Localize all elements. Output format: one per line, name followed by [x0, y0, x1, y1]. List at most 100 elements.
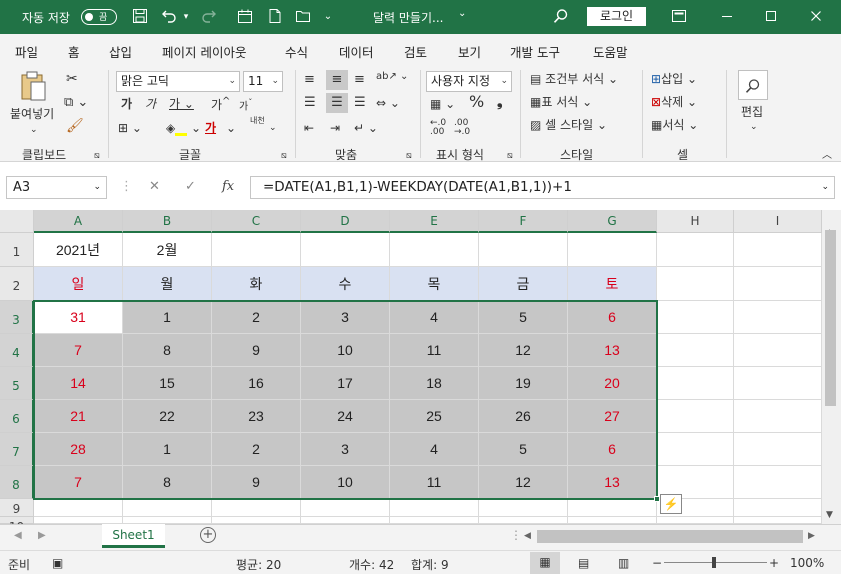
percent-icon[interactable]: % — [469, 94, 484, 110]
font-color-icon[interactable]: 가 — [205, 120, 216, 136]
column-header-e[interactable]: E — [390, 210, 479, 233]
cell-styles-button[interactable]: ▨ 셀 스타일 ⌄ — [530, 117, 607, 133]
zoom-slider-thumb[interactable] — [712, 557, 716, 568]
empty-cell[interactable] — [734, 301, 822, 334]
maximize-icon[interactable] — [762, 8, 780, 29]
empty-cell[interactable] — [657, 400, 734, 433]
decrease-decimal-icon[interactable]: .00 →.0 — [454, 119, 470, 137]
format-as-table-button[interactable]: ▦표 서식 ⌄ — [530, 94, 592, 110]
empty-cell[interactable] — [657, 301, 734, 334]
row-header-7[interactable]: 7 — [0, 433, 34, 466]
weekday-header-cell[interactable]: 토 — [568, 267, 657, 301]
empty-cell[interactable] — [123, 499, 212, 517]
empty-cell[interactable] — [301, 233, 390, 267]
paste-dropdown-icon[interactable]: ⌄ — [30, 122, 38, 138]
row-header-5[interactable]: 5 — [0, 367, 34, 400]
empty-cell[interactable] — [734, 499, 822, 517]
empty-cell[interactable] — [479, 233, 568, 267]
zoom-out-icon[interactable]: − — [652, 556, 662, 570]
empty-cell[interactable] — [734, 466, 822, 499]
editing-dropdown-icon[interactable]: ⌄ — [750, 119, 758, 135]
italic-button[interactable]: 가 — [145, 96, 156, 112]
zoom-level[interactable]: 100% — [790, 556, 824, 570]
format-painter-icon[interactable]: 🖌 — [66, 118, 84, 134]
tab-view[interactable]: 보기 — [458, 42, 481, 61]
weekday-header-cell[interactable]: 월 — [123, 267, 212, 301]
editing-search-icon[interactable] — [738, 70, 768, 100]
scroll-right-icon[interactable]: ▶ — [808, 531, 815, 541]
tab-insert[interactable]: 삽입 — [109, 42, 132, 61]
orientation-icon[interactable]: ab↗ ⌄ — [376, 69, 408, 85]
number-format-combo[interactable]: 사용자 지정 ⌄ — [426, 71, 512, 92]
tab-formulas[interactable]: 수식 — [285, 42, 308, 61]
column-header-i[interactable]: I — [734, 210, 822, 233]
empty-cell[interactable] — [734, 267, 822, 301]
tab-help[interactable]: 도움말 — [593, 42, 628, 61]
empty-cell[interactable] — [734, 400, 822, 433]
save-icon[interactable] — [131, 8, 149, 29]
increase-decimal-icon[interactable]: ←.0.00 — [430, 119, 446, 137]
empty-cell[interactable] — [657, 334, 734, 367]
autosave-toggle[interactable]: 끔 — [81, 9, 117, 25]
phonetic-dropdown-icon[interactable]: ⌄ — [269, 120, 277, 136]
empty-cell[interactable] — [568, 517, 657, 524]
tab-review[interactable]: 검토 — [404, 42, 427, 61]
empty-cell[interactable] — [568, 499, 657, 517]
empty-cell[interactable] — [657, 517, 734, 524]
row-header-6[interactable]: 6 — [0, 400, 34, 433]
row-header-3[interactable]: 3 — [0, 301, 34, 334]
empty-cell[interactable] — [734, 334, 822, 367]
quick-analysis-icon[interactable]: ⚡ — [660, 494, 682, 514]
tab-page-layout[interactable]: 페이지 레이아웃 — [162, 42, 246, 61]
wrap-text-icon[interactable]: ↵ ⌄ — [354, 120, 378, 136]
paste-icon[interactable] — [19, 70, 47, 109]
scroll-left-icon[interactable]: ◀ — [524, 531, 531, 541]
login-button[interactable]: 로그인 — [587, 7, 646, 26]
accessibility-icon[interactable]: ▣ — [52, 556, 63, 570]
normal-view-icon[interactable]: ▦ — [530, 552, 560, 574]
empty-cell[interactable] — [34, 517, 123, 524]
prev-sheet-icon[interactable]: ◀ — [14, 530, 22, 541]
column-header-d[interactable]: D — [301, 210, 390, 233]
fill-color-icon[interactable]: ◈ ⌄ — [166, 120, 201, 136]
page-break-view-icon[interactable]: ▥ — [618, 556, 629, 570]
scroll-thumb[interactable] — [825, 230, 836, 406]
weekday-header-cell[interactable]: 금 — [479, 267, 568, 301]
tab-developer[interactable]: 개발 도구 — [510, 42, 560, 61]
formula-bar-grip-icon[interactable]: ⋮ — [120, 179, 133, 194]
cell-month[interactable]: 2월 — [123, 233, 212, 267]
tab-split-icon[interactable]: ⋮ — [510, 528, 522, 542]
weekday-header-cell[interactable]: 화 — [212, 267, 301, 301]
weekday-header-cell[interactable]: 일 — [34, 267, 123, 301]
doc-title-dropdown-icon[interactable]: ⌄ — [458, 8, 466, 19]
empty-cell[interactable] — [123, 517, 212, 524]
align-right-icon[interactable]: ☰ — [354, 95, 366, 111]
tab-file[interactable]: 파일 — [15, 42, 38, 61]
font-color-dropdown-icon[interactable]: ⌄ — [226, 120, 236, 136]
empty-cell[interactable] — [734, 433, 822, 466]
empty-cell[interactable] — [390, 233, 479, 267]
empty-cell[interactable] — [657, 433, 734, 466]
column-header-g[interactable]: G — [568, 210, 657, 233]
zoom-in-icon[interactable]: + — [769, 556, 779, 570]
align-bottom-icon[interactable]: ≡ — [354, 72, 365, 88]
next-sheet-icon[interactable]: ▶ — [38, 530, 46, 541]
align-left-icon[interactable]: ☰ — [304, 95, 316, 111]
weekday-header-cell[interactable]: 목 — [390, 267, 479, 301]
sheet-tab-sheet1[interactable]: Sheet1 — [102, 524, 165, 548]
empty-cell[interactable] — [734, 517, 822, 524]
increase-font-icon[interactable]: 가^ — [211, 94, 230, 113]
phonetic-icon[interactable]: 내천 — [250, 116, 265, 125]
undo-dropdown-icon[interactable]: ▾ — [181, 8, 191, 26]
name-box[interactable]: A3 ⌄ — [6, 176, 107, 199]
row-header-9[interactable]: 9 — [0, 499, 34, 517]
row-header-10[interactable]: 10 — [0, 517, 34, 534]
empty-cell[interactable] — [390, 499, 479, 517]
column-header-b[interactable]: B — [123, 210, 212, 233]
align-center-icon[interactable]: ☰ — [326, 93, 348, 113]
empty-cell[interactable] — [734, 233, 822, 267]
empty-cell[interactable] — [212, 499, 301, 517]
column-header-a[interactable]: A — [34, 210, 123, 233]
close-icon[interactable] — [807, 8, 825, 29]
cut-icon[interactable]: ✂ — [66, 71, 78, 87]
